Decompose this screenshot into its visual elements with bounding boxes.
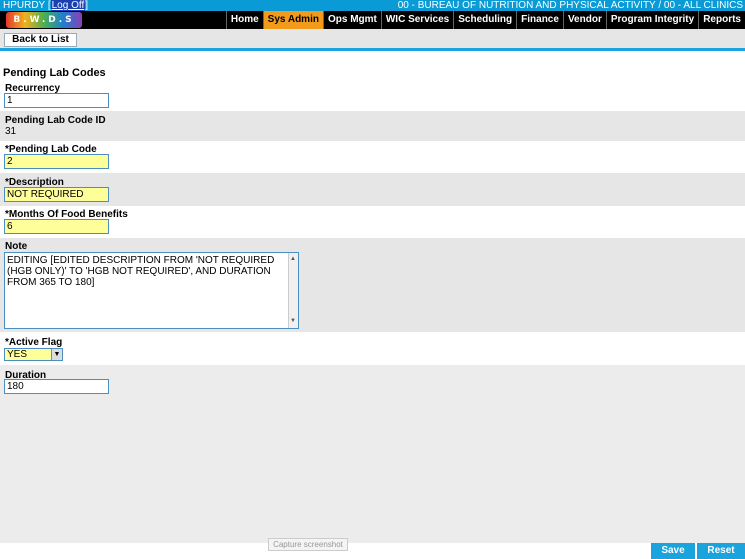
active-flag-value: YES xyxy=(7,349,28,360)
row-bg xyxy=(0,173,745,206)
page-toolbar: Back to List xyxy=(0,29,745,48)
note-scrollbar[interactable]: ▲ ▼ xyxy=(288,253,298,328)
user-info: HPURDY [Log Off] xyxy=(3,0,89,11)
form-content: Pending Lab Codes Recurrency 1 Pending L… xyxy=(0,51,745,538)
duration-input[interactable]: 180 xyxy=(4,379,109,394)
menu-bar: Home Sys Admin Ops Mgmt WIC Services Schedul… xyxy=(225,11,745,29)
active-flag-select[interactable]: YES ▼ xyxy=(4,348,63,361)
note-label: Note xyxy=(5,241,28,252)
capture-screenshot-tooltip[interactable]: Capture screenshot xyxy=(268,538,348,551)
logoff-link[interactable]: Log Off xyxy=(50,0,86,11)
scroll-up-icon[interactable]: ▲ xyxy=(290,254,296,265)
months-input[interactable]: 6 xyxy=(4,219,109,234)
clinic-label: 00 - BUREAU OF NUTRITION AND PHYSICAL AC… xyxy=(397,0,743,11)
active-flag-label: *Active Flag xyxy=(5,337,63,348)
back-to-list-button[interactable]: Back to List xyxy=(4,33,77,47)
menu-item-wic-services[interactable]: WIC Services xyxy=(380,11,453,29)
note-textarea[interactable]: EDITING [EDITED DESCRIPTION FROM 'NOT RE… xyxy=(4,252,299,329)
pending-lab-code-input[interactable]: 2 xyxy=(4,154,109,169)
pending-lab-code-id-label: Pending Lab Code ID xyxy=(5,115,106,126)
menu-item-sys-admin[interactable]: Sys Admin xyxy=(262,11,323,29)
save-button[interactable]: Save xyxy=(651,543,695,559)
app-logo: B.W.D.S xyxy=(6,12,82,28)
menu-item-home[interactable]: Home xyxy=(225,11,263,29)
menu-item-finance[interactable]: Finance xyxy=(516,11,563,29)
scroll-down-icon[interactable]: ▼ xyxy=(290,316,296,327)
recurrency-input[interactable]: 1 xyxy=(4,93,109,108)
description-input[interactable]: NOT REQUIRED xyxy=(4,187,109,202)
note-text: EDITING [EDITED DESCRIPTION FROM 'NOT RE… xyxy=(7,255,275,288)
row-bg xyxy=(0,111,745,141)
menu-item-program-integrity[interactable]: Program Integrity xyxy=(605,11,698,29)
pending-lab-code-id-value: 31 xyxy=(5,126,17,137)
row-bg xyxy=(0,141,745,173)
menu-item-scheduling[interactable]: Scheduling xyxy=(453,11,516,29)
main-navigation: B.W.D.S Home Sys Admin Ops Mgmt WIC Service… xyxy=(0,11,745,29)
row-bg xyxy=(0,332,745,365)
menu-item-vendor[interactable]: Vendor xyxy=(562,11,606,29)
top-status-bar: HPURDY [Log Off] 00 - BUREAU OF NUTRITIO… xyxy=(0,0,745,11)
menu-item-reports[interactable]: Reports xyxy=(698,11,745,29)
bottom-bar: Save Reset xyxy=(0,543,745,559)
page-title: Pending Lab Codes xyxy=(3,67,106,79)
menu-item-ops-mgmt[interactable]: Ops Mgmt xyxy=(322,11,381,29)
username: HPURDY xyxy=(3,0,46,11)
chevron-down-icon[interactable]: ▼ xyxy=(51,349,62,360)
reset-button[interactable]: Reset xyxy=(697,543,745,559)
